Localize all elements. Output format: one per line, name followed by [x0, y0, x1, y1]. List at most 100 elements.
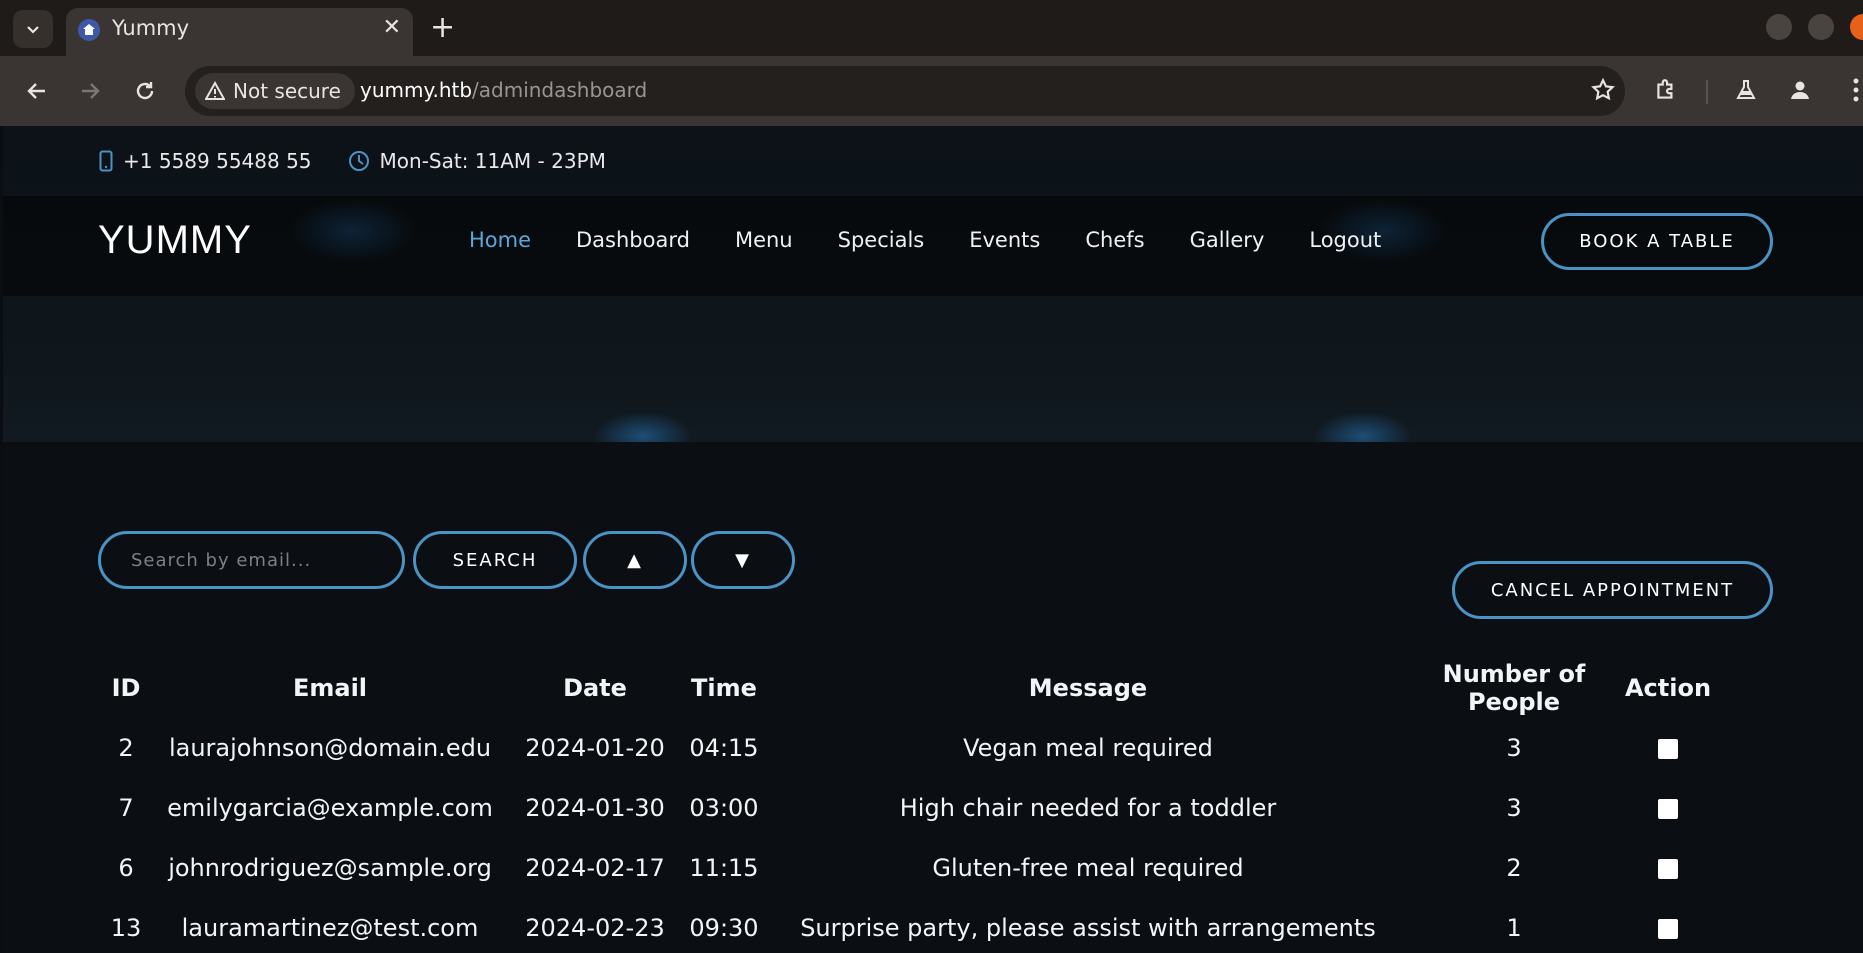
- cell-id: 2: [118, 734, 134, 762]
- cell-people: 3: [1506, 734, 1522, 762]
- page-content: +1 5589 55488 55 Mon-Sat: 11AM - 23PM YU…: [3, 126, 1863, 953]
- chevron-down-icon: [27, 26, 39, 34]
- table-row: 6 johnrodriguez@sample.org 2024-02-17 11…: [98, 838, 1720, 898]
- nav-logout[interactable]: Logout: [1309, 228, 1381, 252]
- nav-menu[interactable]: Menu: [735, 228, 793, 252]
- cell-id: 7: [118, 794, 134, 822]
- phone-number: +1 5589 55488 55: [123, 149, 312, 173]
- nav-gallery[interactable]: Gallery: [1190, 228, 1265, 252]
- site-favicon-icon: [78, 19, 100, 41]
- opening-hours: Mon-Sat: 11AM - 23PM: [379, 149, 606, 173]
- table-row: 13 lauramartinez@test.com 2024-02-23 09:…: [98, 898, 1720, 953]
- url-text[interactable]: yummy.htb/admindashboard: [360, 78, 647, 102]
- reload-button[interactable]: [127, 73, 163, 109]
- cell-email: lauramartinez@test.com: [181, 914, 479, 942]
- sort-ascending-button[interactable]: ▲: [583, 531, 687, 589]
- browser-tabstrip: Yummy ✕ +: [0, 0, 1863, 56]
- header-time: Time: [691, 674, 757, 702]
- cell-message: Gluten-free meal required: [932, 854, 1244, 882]
- arrow-right-icon: [82, 83, 100, 99]
- cell-message: Vegan meal required: [963, 734, 1213, 762]
- extensions-icon[interactable]: [1648, 72, 1684, 108]
- cell-time: 03:00: [689, 794, 759, 822]
- new-tab-button[interactable]: +: [430, 10, 455, 46]
- minimize-window-button[interactable]: [1766, 14, 1792, 40]
- close-tab-icon[interactable]: ✕: [383, 15, 401, 40]
- security-indicator[interactable]: Not secure: [195, 73, 355, 109]
- cell-email: emilygarcia@example.com: [167, 794, 493, 822]
- browser-menu-icon[interactable]: [1838, 72, 1863, 108]
- cell-date: 2024-02-17: [525, 854, 665, 882]
- warning-triangle-icon: [205, 81, 225, 100]
- profile-icon[interactable]: [1782, 72, 1818, 108]
- nav-dashboard[interactable]: Dashboard: [576, 228, 690, 252]
- cell-date: 2024-01-20: [525, 734, 665, 762]
- table-row: 2 laurajohnson@domain.edu 2024-01-20 04:…: [98, 718, 1720, 778]
- cell-email: laurajohnson@domain.edu: [168, 734, 492, 762]
- tab-search-button[interactable]: [13, 10, 53, 48]
- header-id: ID: [111, 674, 141, 702]
- cell-email: johnrodriguez@sample.org: [168, 854, 492, 882]
- table-row: 7 emilygarcia@example.com 2024-01-30 03:…: [98, 778, 1720, 838]
- cell-id: 6: [118, 854, 134, 882]
- header-action: Action: [1624, 674, 1712, 702]
- header-email: Email: [292, 674, 368, 702]
- address-bar[interactable]: Not secure yummy.htb/admindashboard: [185, 66, 1625, 116]
- table-header-row: ID Email Date Time Message Number of Peo…: [98, 658, 1720, 718]
- maximize-window-button[interactable]: [1808, 14, 1834, 40]
- labs-flask-icon[interactable]: [1728, 72, 1764, 108]
- reload-icon: [136, 82, 154, 100]
- search-button[interactable]: SEARCH: [413, 531, 577, 589]
- browser-tab-active[interactable]: Yummy ✕: [66, 8, 413, 56]
- tab-title: Yummy: [112, 16, 190, 40]
- nav-home[interactable]: Home: [469, 228, 531, 252]
- header-date: Date: [563, 674, 627, 702]
- nav-chefs[interactable]: Chefs: [1085, 228, 1144, 252]
- hours-info: Mon-Sat: 11AM - 23PM: [348, 149, 606, 173]
- cell-date: 2024-01-30: [525, 794, 665, 822]
- cell-date: 2024-02-23: [525, 914, 665, 942]
- sort-descending-button[interactable]: ▼: [691, 531, 795, 589]
- back-button[interactable]: [19, 73, 55, 109]
- cell-people: 2: [1506, 854, 1522, 882]
- url-path: /admindashboard: [472, 78, 648, 102]
- contact-topbar: +1 5589 55488 55 Mon-Sat: 11AM - 23PM: [99, 126, 606, 196]
- cell-action: [1616, 838, 1720, 898]
- cell-action: [1616, 718, 1720, 778]
- cell-people: 3: [1506, 794, 1522, 822]
- appointments-table: ID Email Date Time Message Number of Peo…: [98, 658, 1720, 953]
- header-message: Message: [1028, 674, 1148, 702]
- cell-id: 13: [110, 914, 142, 942]
- row-select-checkbox[interactable]: [1658, 739, 1678, 759]
- forward-button[interactable]: [72, 73, 108, 109]
- row-select-checkbox[interactable]: [1658, 859, 1678, 879]
- row-select-checkbox[interactable]: [1658, 799, 1678, 819]
- clock-icon: [348, 151, 369, 171]
- phone-icon: [99, 150, 113, 172]
- header-people: Number of People: [1442, 660, 1586, 716]
- security-label: Not secure: [233, 79, 341, 103]
- cell-people: 1: [1506, 914, 1522, 942]
- cell-time: 11:15: [689, 854, 759, 882]
- cell-message: Surprise party, please assist with arran…: [800, 914, 1376, 942]
- cell-action: [1616, 898, 1720, 953]
- site-logo[interactable]: YUMMY: [98, 218, 252, 263]
- close-window-button[interactable]: [1850, 14, 1863, 40]
- nav-events[interactable]: Events: [969, 228, 1040, 252]
- cell-message: High chair needed for a toddler: [899, 794, 1277, 822]
- cell-time: 04:15: [689, 734, 759, 762]
- url-host: yummy.htb: [360, 78, 473, 102]
- book-table-button[interactable]: BOOK A TABLE: [1541, 213, 1773, 270]
- email-search-input[interactable]: [98, 531, 405, 589]
- cell-time: 09:30: [689, 914, 759, 942]
- row-select-checkbox[interactable]: [1658, 919, 1678, 939]
- arrow-left-icon: [27, 83, 45, 99]
- cancel-appointment-button[interactable]: CANCEL APPOINTMENT: [1452, 561, 1773, 619]
- cell-action: [1616, 778, 1720, 838]
- toolbar-separator: [1706, 80, 1708, 104]
- nav-specials[interactable]: Specials: [838, 228, 925, 252]
- browser-toolbar: Not secure yummy.htb/admindashboard: [0, 56, 1863, 126]
- main-navigation: Home Dashboard Menu Specials Events Chef…: [469, 228, 1426, 252]
- bookmark-star-icon[interactable]: [1590, 77, 1616, 107]
- phone-info: +1 5589 55488 55: [99, 149, 312, 173]
